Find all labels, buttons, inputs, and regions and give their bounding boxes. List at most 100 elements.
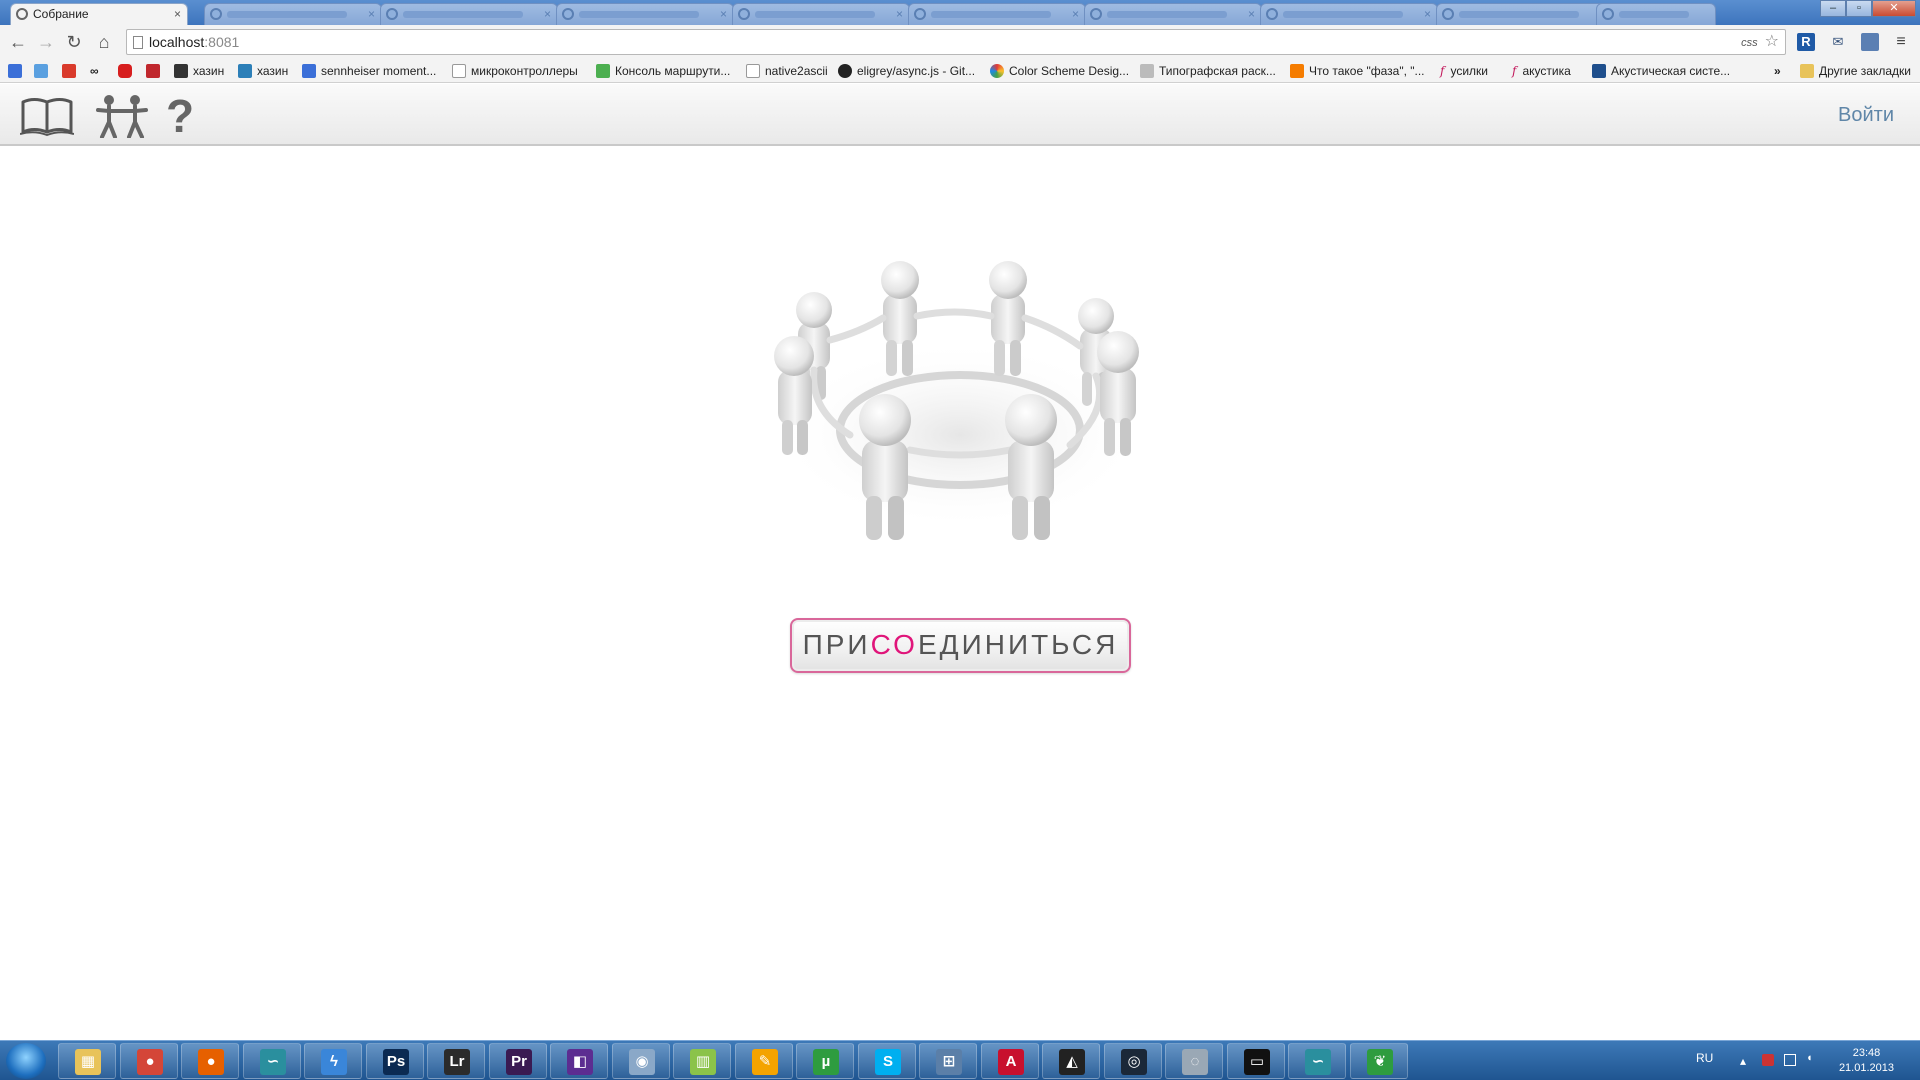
bookmark-item[interactable]: Что такое "фаза", "... xyxy=(1290,63,1425,79)
tab-close-icon[interactable]: × xyxy=(1248,4,1255,24)
taskbar-app-thunder[interactable]: ϟ xyxy=(304,1043,362,1079)
taskbar-app-alien[interactable]: ◭ xyxy=(1042,1043,1100,1079)
favicon-icon xyxy=(914,8,926,20)
minimize-button[interactable]: – xyxy=(1820,0,1846,17)
taskbar-app-dolphin[interactable]: ∽ xyxy=(243,1043,301,1079)
bookmark-label: Консоль маршрути... xyxy=(615,64,731,78)
close-window-button[interactable]: ✕ xyxy=(1872,0,1916,17)
bookmark-item[interactable]: Консоль маршрути... xyxy=(596,63,730,79)
disk-icon: ◉ xyxy=(629,1049,655,1075)
css-badge[interactable]: css xyxy=(1741,37,1758,49)
tab-background[interactable]: × xyxy=(204,3,382,25)
photoshop-icon: Ps xyxy=(383,1049,409,1075)
join-label-end: ЕДИНИТЬСЯ xyxy=(917,629,1119,660)
login-link[interactable]: Войти xyxy=(1838,104,1894,127)
address-bar[interactable]: localhost:8081 css ☆ xyxy=(126,29,1786,55)
bookmark-item[interactable]: sennheiser moment... xyxy=(302,63,436,79)
taskbar-app-media[interactable]: ◌ xyxy=(1165,1043,1223,1079)
join-label-start: ПРИ xyxy=(802,629,871,660)
bookmark-item[interactable] xyxy=(62,63,81,79)
taskbar-app-chrome[interactable]: ● xyxy=(120,1043,178,1079)
taskbar-app-network[interactable]: ⊞ xyxy=(919,1043,977,1079)
bookmark-item[interactable]: f усилки xyxy=(1440,63,1488,79)
tab-close-icon[interactable]: × xyxy=(544,4,551,24)
bookmark-star-icon[interactable]: ☆ xyxy=(1765,33,1779,50)
volume-icon[interactable]: ◖ xyxy=(1806,1052,1818,1064)
forward-button[interactable]: → xyxy=(34,30,58,54)
bookmark-item[interactable]: Акустическая систе... xyxy=(1592,63,1730,79)
bookmark-item[interactable]: Color Scheme Desig... xyxy=(990,63,1129,79)
dolphin-2-icon: ∽ xyxy=(1305,1049,1331,1075)
bookmark-item[interactable]: eligrey/async.js - Git... xyxy=(838,63,975,79)
tab-background[interactable]: × xyxy=(732,3,910,25)
bookmark-item[interactable] xyxy=(118,63,137,79)
tab-close-icon[interactable]: × xyxy=(368,4,375,24)
window-extension-icon[interactable] xyxy=(1861,33,1879,51)
start-button[interactable] xyxy=(6,1043,46,1079)
tab-background[interactable]: × xyxy=(1436,3,1614,25)
tab-background[interactable]: × xyxy=(380,3,558,25)
tab-close-icon[interactable]: × xyxy=(896,4,903,24)
taskbar-app-lightroom[interactable]: Lr xyxy=(427,1043,485,1079)
network-icon[interactable] xyxy=(1784,1054,1796,1066)
bookmark-label: хазин xyxy=(257,64,289,78)
home-button[interactable]: ⌂ xyxy=(92,30,116,54)
tab-background[interactable]: × xyxy=(908,3,1086,25)
bookmark-item[interactable]: хазин xyxy=(238,63,288,79)
join-button[interactable]: ПРИСОЕДИНИТЬСЯ xyxy=(790,618,1131,673)
bookmark-item[interactable]: f акустика xyxy=(1512,63,1571,79)
taskbar-app-utorrent[interactable]: µ xyxy=(796,1043,854,1079)
taskbar-app-steam[interactable]: ◎ xyxy=(1104,1043,1162,1079)
maximize-button[interactable]: ▫ xyxy=(1846,0,1872,17)
help-icon[interactable]: ? xyxy=(166,93,196,139)
tab-background[interactable] xyxy=(1596,3,1716,25)
clock[interactable]: 23:48 21.01.2013 xyxy=(1839,1046,1894,1076)
mail-icon[interactable]: ✉ xyxy=(1829,33,1847,51)
other-bookmarks-folder[interactable]: Другие закладки xyxy=(1800,63,1911,79)
tab-close-icon[interactable]: × xyxy=(1424,4,1431,24)
tab-active[interactable]: Собрание × xyxy=(10,3,188,25)
network-icon: ⊞ xyxy=(936,1049,962,1075)
blurred-tab-title xyxy=(931,11,1051,18)
taskbar-app-skype[interactable]: S xyxy=(858,1043,916,1079)
blue-square-icon xyxy=(1592,64,1606,78)
bookmark-item[interactable]: хазин xyxy=(174,63,224,79)
taskbar-app-premiere[interactable]: Pr xyxy=(489,1043,547,1079)
taskbar-app-firefox[interactable]: ● xyxy=(181,1043,239,1079)
taskbar-app-dolphin-2[interactable]: ∽ xyxy=(1288,1043,1346,1079)
taskbar-app-photoshop[interactable]: Ps xyxy=(366,1043,424,1079)
bookmark-item[interactable] xyxy=(34,63,53,79)
taskbar-app-explorer[interactable]: ▦ xyxy=(58,1043,116,1079)
taskbar-app-terminal[interactable]: ▭ xyxy=(1227,1043,1285,1079)
back-button[interactable]: ← xyxy=(6,30,30,54)
book-icon[interactable] xyxy=(20,94,74,138)
taskbar-app-paint[interactable]: ✎ xyxy=(735,1043,793,1079)
bookmarks-overflow-button[interactable]: » xyxy=(1774,63,1781,79)
reload-button[interactable]: ↻ xyxy=(62,30,86,54)
tab-background[interactable]: × xyxy=(1260,3,1438,25)
bookmark-item[interactable]: микроконтроллеры xyxy=(452,63,578,79)
menu-icon[interactable]: ≡ xyxy=(1892,33,1910,51)
show-hidden-icons-icon[interactable]: ▴ xyxy=(1740,1054,1752,1068)
bookmark-item[interactable]: native2ascii xyxy=(746,63,828,79)
bookmark-item[interactable] xyxy=(146,63,165,79)
taskbar-app-acrobat[interactable]: A xyxy=(981,1043,1039,1079)
extension-r-icon[interactable]: R xyxy=(1797,33,1815,51)
tab-close-icon[interactable]: × xyxy=(1072,4,1079,24)
people-icon[interactable] xyxy=(96,94,148,138)
bookmark-item[interactable]: Типографская раск... xyxy=(1140,63,1276,79)
tab-background[interactable]: × xyxy=(556,3,734,25)
tab-close-icon[interactable]: × xyxy=(174,4,181,24)
taskbar-app-visual-studio[interactable]: ◧ xyxy=(550,1043,608,1079)
red-book-icon xyxy=(146,64,160,78)
action-center-icon[interactable] xyxy=(1762,1054,1774,1066)
bookmark-item[interactable] xyxy=(8,63,27,79)
taskbar-app-leaf[interactable]: ❦ xyxy=(1350,1043,1408,1079)
bookmark-item[interactable]: ∞ xyxy=(90,63,99,79)
tab-background[interactable]: × xyxy=(1084,3,1262,25)
blurred-tab-title xyxy=(1459,11,1579,18)
taskbar-app-disk[interactable]: ◉ xyxy=(612,1043,670,1079)
tab-close-icon[interactable]: × xyxy=(720,4,727,24)
taskbar-app-chart-tool[interactable]: ▥ xyxy=(673,1043,731,1079)
language-indicator[interactable]: RU xyxy=(1696,1051,1713,1065)
